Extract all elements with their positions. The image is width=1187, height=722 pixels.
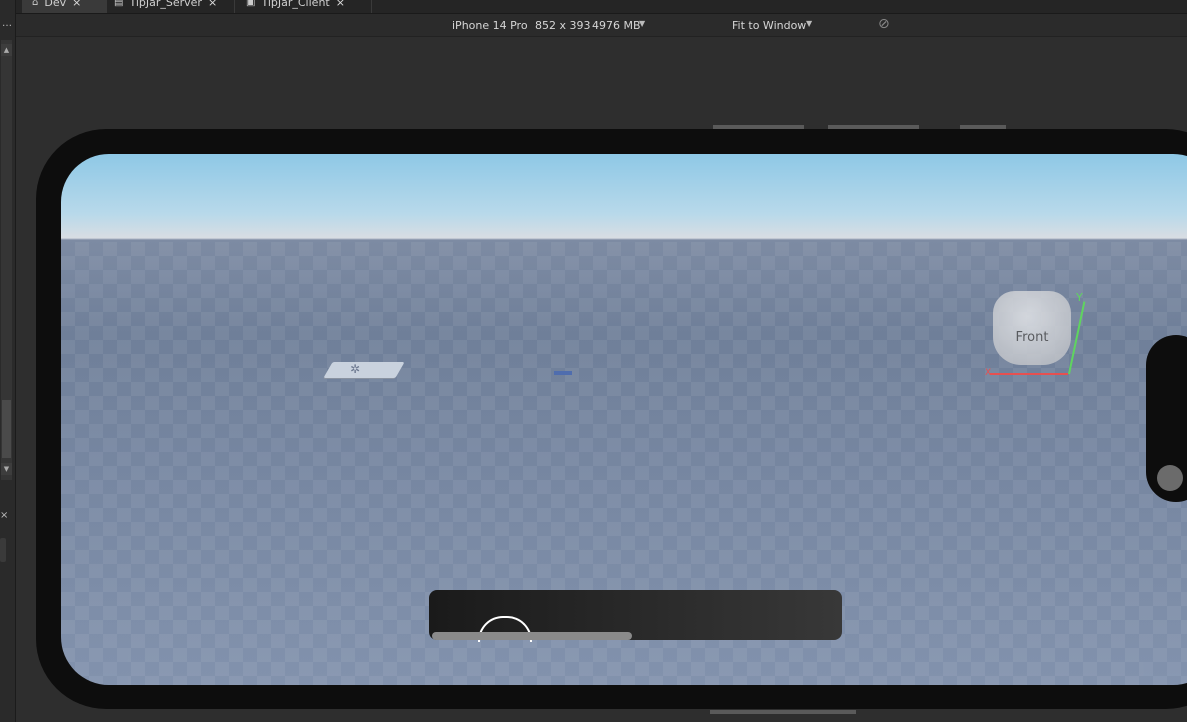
home-indicator [432,632,632,640]
tab-label: TipJar_Client [261,0,330,9]
chevron-down-icon[interactable]: ▼ [639,19,645,28]
close-icon[interactable]: × [72,0,81,9]
part[interactable] [554,371,572,375]
left-panel-strip: … ▲ ▼ × [0,0,16,722]
device-emulation-bar: iPhone 14 Pro 852 x 393 4976 MB ▼ Fit to… [16,14,1187,37]
scroll-down-icon[interactable]: ▼ [1,463,12,475]
tab-label: TipJar_Server [129,0,202,9]
close-icon[interactable]: × [336,0,345,9]
chevron-down-icon[interactable]: ▼ [806,19,812,28]
bottom-ghost-bar [710,710,856,714]
more-icon[interactable]: … [2,18,12,29]
camera-dot [1157,465,1183,491]
view-cube[interactable]: Front [993,291,1071,365]
tab-label: Dev [44,0,67,9]
tab-tipjar-client[interactable]: ▣ TipJar_Client × [236,0,372,13]
tab-tipjar-server[interactable]: ▤ TipJar_Server × [104,0,235,13]
axis-x-label: X [985,368,992,378]
tab-dev[interactable]: ⌂ Dev × [22,0,107,13]
spawn-icon: ✲ [350,362,361,376]
axis-x-line [990,373,1068,375]
rotate-device-icon[interactable]: ⊘ [878,16,890,32]
view-cube-face: Front [1015,329,1049,345]
tab-bar: ⌂ Dev × ▤ TipJar_Server × ▣ TipJar_Clien… [16,0,1187,14]
scroll-up-icon[interactable]: ▲ [1,44,12,56]
localscript-icon: ▣ [246,0,256,8]
device-name[interactable]: iPhone 14 Pro [452,19,528,32]
place-icon: ⌂ [32,0,39,8]
script-icon: ▤ [114,0,124,8]
fit-to-window-select[interactable]: Fit to Window [732,19,806,32]
close-icon[interactable]: × [208,0,217,9]
device-memory[interactable]: 4976 MB [592,19,641,32]
axis-y-label: Y [1076,291,1083,304]
panel-close-icon[interactable]: × [0,510,8,521]
device-resolution: 852 x 393 [535,19,591,32]
spawn-location[interactable] [323,362,405,378]
scroll-thumb[interactable] [2,400,11,458]
panel-tab[interactable] [0,538,6,562]
